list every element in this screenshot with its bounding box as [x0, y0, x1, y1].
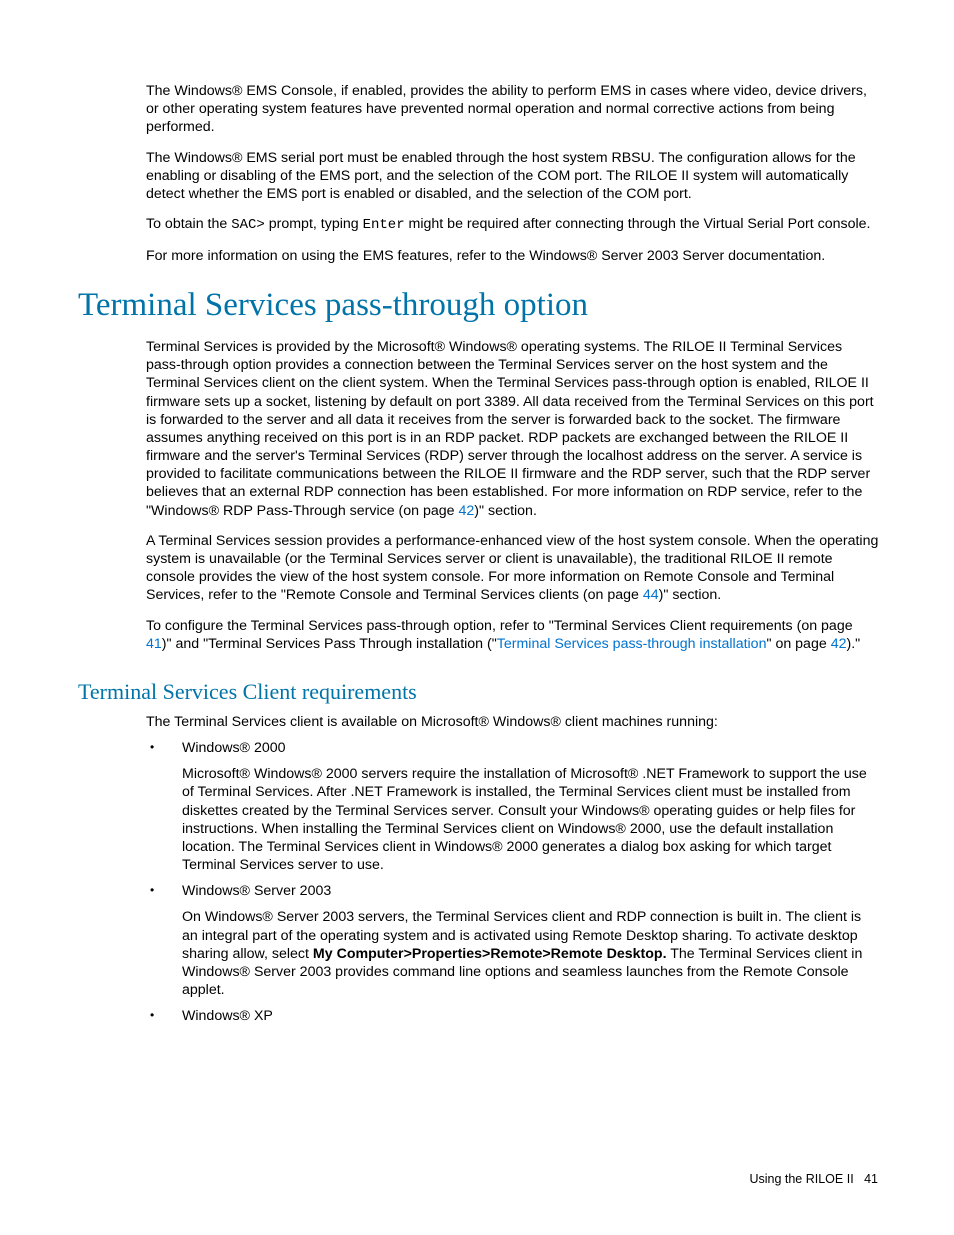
paragraph-ems-port: The Windows® EMS serial port must be ena…: [146, 149, 880, 204]
paragraph-ems-info: For more information on using the EMS fe…: [146, 247, 880, 265]
paragraph-ts-session: A Terminal Services session provides a p…: [146, 532, 880, 605]
text-fragment: " on page: [766, 636, 830, 652]
list-item-winxp: Windows® XP: [146, 1007, 880, 1025]
text-fragment: )" section.: [474, 503, 537, 519]
text-fragment: might be required after connecting throu…: [405, 216, 871, 232]
link-ts-passthrough-install[interactable]: Terminal Services pass-through installat…: [497, 636, 767, 652]
paragraph-ts-intro: Terminal Services is provided by the Mic…: [146, 338, 880, 520]
footer-section-title: Using the RILOE II: [749, 1172, 853, 1186]
paragraph-ems-console: The Windows® EMS Console, if enabled, pr…: [146, 82, 880, 137]
list-item-body: Microsoft® Windows® 2000 servers require…: [182, 765, 880, 874]
text-fragment: ).": [846, 636, 860, 652]
list-item-win2000: Windows® 2000 Microsoft® Windows® 2000 s…: [146, 739, 880, 874]
code-enter: Enter: [363, 217, 405, 233]
list-item-title: Windows® Server 2003: [182, 882, 880, 900]
paragraph-ts-client-intro: The Terminal Services client is availabl…: [146, 713, 880, 731]
heading-terminal-services-passthrough: Terminal Services pass-through option: [78, 287, 880, 324]
page-link-41[interactable]: 41: [146, 636, 162, 652]
paragraph-sac-prompt: To obtain the SAC> prompt, typing Enter …: [146, 215, 880, 235]
text-fragment: Terminal Services is provided by the Mic…: [146, 339, 874, 519]
text-fragment: prompt, typing: [265, 216, 363, 232]
code-sac: SAC>: [231, 217, 265, 233]
footer-page-number: 41: [864, 1172, 878, 1186]
page-link-42[interactable]: 42: [459, 503, 475, 519]
list-item-winserver2003: Windows® Server 2003 On Windows® Server …: [146, 882, 880, 999]
text-fragment: To configure the Terminal Services pass-…: [146, 618, 853, 634]
heading-ts-client-requirements: Terminal Services Client requirements: [78, 679, 880, 705]
page-content: The Windows® EMS Console, if enabled, pr…: [0, 0, 954, 1082]
list-item-title: Windows® XP: [182, 1007, 880, 1025]
requirements-list: Windows® 2000 Microsoft® Windows® 2000 s…: [146, 739, 880, 1025]
menu-path-bold: My Computer>Properties>Remote>Remote Des…: [313, 946, 667, 962]
page-footer: Using the RILOE II 41: [749, 1172, 878, 1186]
text-fragment: )" and "Terminal Services Pass Through i…: [162, 636, 497, 652]
page-link-42b[interactable]: 42: [831, 636, 847, 652]
text-fragment: )" section.: [659, 587, 722, 603]
text-fragment: To obtain the: [146, 216, 231, 232]
page-link-44[interactable]: 44: [643, 587, 659, 603]
text-fragment: A Terminal Services session provides a p…: [146, 533, 878, 604]
list-item-title: Windows® 2000: [182, 739, 880, 757]
list-item-body: On Windows® Server 2003 servers, the Ter…: [182, 908, 880, 999]
paragraph-ts-configure: To configure the Terminal Services pass-…: [146, 617, 880, 653]
